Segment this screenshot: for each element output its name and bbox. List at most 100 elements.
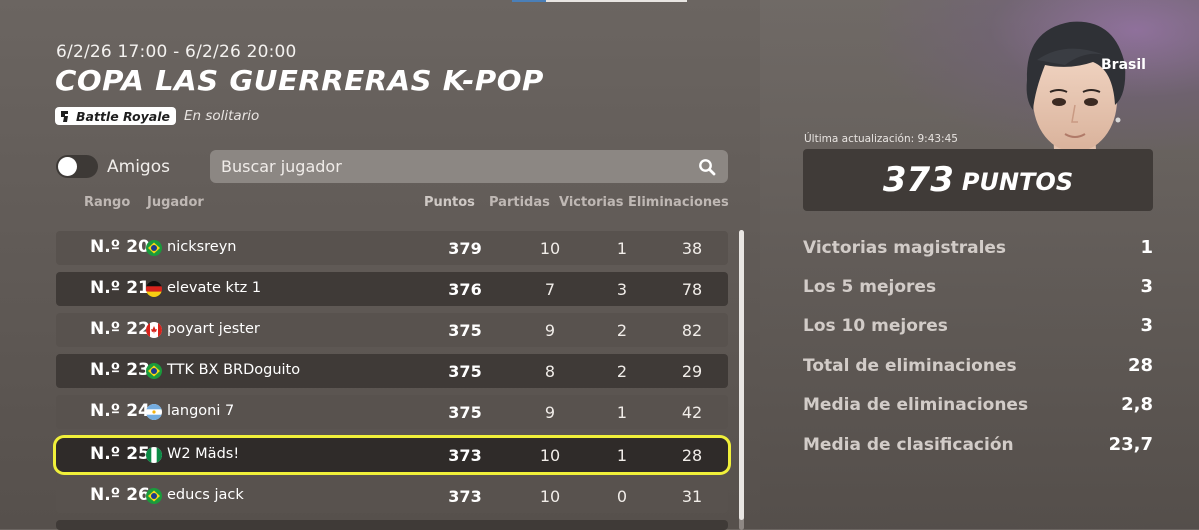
row-points: 376 [448, 280, 482, 299]
stat-value: 2,8 [1121, 394, 1153, 415]
stat-value: 1 [1140, 237, 1153, 258]
stat-row: Los 10 mejores 3 [803, 313, 1153, 341]
row-eliminations: 28 [681, 446, 703, 465]
row-player-name: nicksreyn [167, 239, 237, 255]
row-rank: N.º 21 [90, 278, 150, 298]
stat-label: Media de clasificación [803, 435, 1014, 455]
stat-value: 3 [1140, 276, 1153, 297]
row-points: 375 [448, 321, 482, 340]
row-player-name: langoni 7 [167, 403, 235, 419]
stat-label: Victorias magistrales [803, 238, 1007, 258]
row-wins: 0 [616, 487, 628, 506]
leaderboard-row[interactable]: N.º 26 educs jack 373 10 0 31 [56, 479, 728, 513]
row-player-name: educs jack [167, 487, 244, 503]
row-eliminations: 31 [681, 487, 703, 506]
stat-row: Total de eliminaciones 28 [803, 353, 1153, 381]
row-wins: 1 [616, 446, 628, 465]
row-eliminations: 29 [681, 362, 703, 381]
friends-toggle[interactable] [56, 155, 98, 178]
row-eliminations: 78 [681, 280, 703, 299]
friends-label: Amigos [107, 157, 170, 177]
leaderboard-row[interactable]: N.º 23 TTK BX BRDoguito 375 8 2 29 [56, 354, 728, 388]
leaderboard-row[interactable]: N.º 24 langoni 7 375 9 1 42 [56, 395, 728, 429]
stat-row: Media de clasificación 23,7 [803, 432, 1153, 460]
search-input[interactable] [210, 150, 691, 183]
row-wins: 3 [616, 280, 628, 299]
row-points: 373 [448, 487, 482, 506]
row-matches: 8 [544, 362, 556, 381]
row-wins: 1 [616, 239, 628, 258]
flag-canada-icon [146, 322, 162, 338]
row-player-name: W2 Mäds! [167, 446, 240, 462]
stat-label: Media de eliminaciones [803, 395, 1029, 415]
total-points-box: 373 PUNTOS [803, 149, 1153, 211]
row-matches: 10 [539, 487, 561, 506]
row-rank: N.º 23 [90, 360, 150, 380]
row-eliminations: 38 [681, 239, 703, 258]
stat-label: Total de eliminaciones [803, 356, 1017, 376]
mode-badge-label: Battle Royale [76, 108, 170, 124]
search-bar [210, 150, 728, 183]
battle-royale-icon [61, 110, 68, 122]
page-title: COPA LAS GUERRERAS K-POP [55, 64, 544, 97]
row-wins: 2 [616, 362, 628, 381]
total-points-value: 373 [882, 160, 954, 200]
flag-brazil-icon [146, 240, 162, 256]
column-header-points[interactable]: Puntos [424, 195, 475, 210]
column-header-rank: Rango [84, 195, 131, 210]
stat-row: Los 5 mejores 3 [803, 274, 1153, 302]
stat-row: Victorias magistrales 1 [803, 235, 1153, 263]
leaderboard-row[interactable]: N.º 22 poyart jester 375 9 2 82 [56, 313, 728, 347]
stat-value: 3 [1140, 315, 1153, 336]
column-header-wins[interactable]: Victorias [559, 195, 624, 210]
row-player-name: poyart jester [167, 321, 260, 337]
row-player-name: TTK BX BRDoguito [167, 362, 301, 378]
mode-row: Battle Royale En solitario [55, 106, 259, 126]
row-matches: 7 [544, 280, 556, 299]
flag-germany-icon [146, 281, 162, 297]
mode-badge: Battle Royale [55, 107, 176, 125]
row-points: 373 [448, 446, 482, 465]
row-matches: 9 [544, 403, 556, 422]
stat-row: Media de eliminaciones 2,8 [803, 392, 1153, 420]
leaderboard-row[interactable]: N.º 21 elevate ktz 1 376 7 3 78 [56, 272, 728, 306]
top-progress-line [512, 0, 687, 2]
flag-nigeria-icon [146, 447, 162, 463]
total-points-label: PUNTOS [961, 168, 1074, 196]
row-matches: 10 [539, 239, 561, 258]
flag-brazil-icon [146, 363, 162, 379]
row-rank: N.º 22 [90, 319, 150, 339]
stat-value: 23,7 [1108, 434, 1153, 455]
player-region: Brasil [1101, 57, 1146, 73]
column-header-player: Jugador [147, 195, 204, 210]
row-wins: 2 [616, 321, 628, 340]
column-header-eliminations[interactable]: Eliminaciones [628, 195, 729, 210]
scrollbar-thumb[interactable] [739, 230, 744, 520]
toggle-knob [58, 157, 77, 176]
row-rank: N.º 20 [90, 237, 150, 257]
row-rank: N.º 26 [90, 485, 150, 505]
stat-label: Los 10 mejores [803, 316, 948, 336]
row-matches: 9 [544, 321, 556, 340]
row-points: 375 [448, 403, 482, 422]
leaderboard-row-current-player[interactable]: N.º 25 W2 Mäds! 373 10 1 28 [56, 438, 728, 472]
leaderboard-row[interactable]: N.º 20 nicksreyn 379 10 1 38 [56, 231, 728, 265]
last-updated-text: Última actualización: 9:43:45 [804, 133, 958, 145]
row-wins: 1 [616, 403, 628, 422]
flag-brazil-icon [146, 488, 162, 504]
event-date-range: 6/2/26 17:00 - 6/2/26 20:00 [56, 42, 297, 62]
row-matches: 10 [539, 446, 561, 465]
row-player-name: elevate ktz 1 [167, 280, 262, 296]
row-points: 379 [448, 239, 482, 258]
row-rank: N.º 25 [90, 444, 150, 464]
flag-argentina-icon [146, 404, 162, 420]
row-points: 375 [448, 362, 482, 381]
row-eliminations: 42 [681, 403, 703, 422]
search-icon[interactable] [698, 158, 716, 176]
row-rank: N.º 24 [90, 401, 150, 421]
stat-value: 28 [1127, 355, 1153, 376]
stat-label: Los 5 mejores [803, 277, 937, 297]
column-header-matches[interactable]: Partidas [489, 195, 550, 210]
mode-subtitle: En solitario [183, 108, 260, 124]
row-eliminations: 82 [681, 321, 703, 340]
